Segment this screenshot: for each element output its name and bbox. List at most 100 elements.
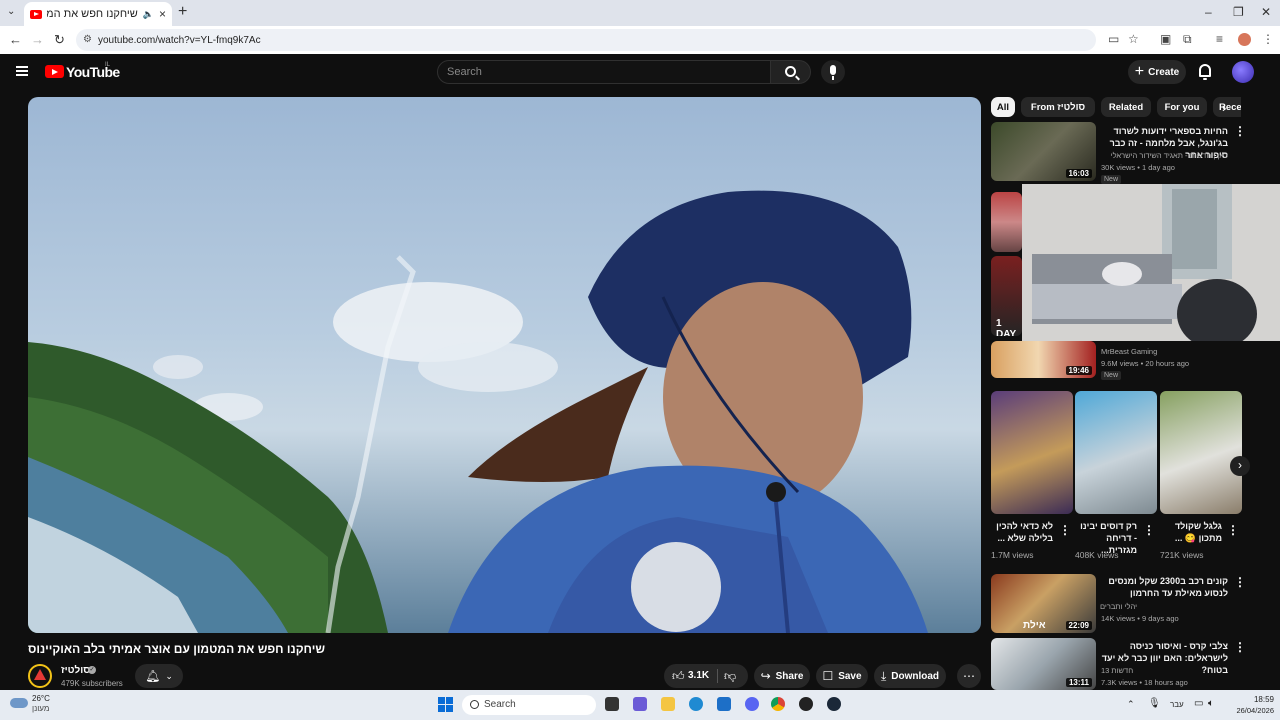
browser-menu-icon[interactable]: ⋮: [1262, 32, 1274, 46]
youtube-header: YouTube IL Search + Create: [0, 54, 1280, 90]
youtube-favicon-icon: [30, 9, 42, 19]
store-icon[interactable]: [717, 697, 731, 711]
close-window-icon[interactable]: ✕: [1261, 5, 1271, 19]
weather-temp[interactable]: 26°C: [32, 694, 50, 703]
shorts-next-icon[interactable]: ›: [1230, 456, 1250, 476]
search-button[interactable]: [771, 60, 811, 84]
video-player[interactable]: [28, 97, 981, 633]
rec-duration-2: 19:46: [1065, 366, 1092, 375]
share-label: Share: [775, 670, 804, 682]
bookmark-star-icon[interactable]: ☆: [1128, 32, 1139, 46]
save-playlist-icon: ☐: [822, 669, 834, 683]
input-language[interactable]: עבר: [1170, 700, 1184, 709]
chevron-right-icon[interactable]: ›: [1222, 100, 1226, 115]
subscription-bell-button[interactable]: 🔔︎ ⌄: [135, 664, 183, 688]
account-avatar[interactable]: [1232, 61, 1254, 83]
short-title-1[interactable]: לא כדאי להכין בלילה שלא ...: [991, 520, 1053, 544]
clock-time[interactable]: 18:59: [1234, 695, 1274, 704]
share-button[interactable]: ↪ Share: [754, 664, 810, 688]
rec-more-icon-3[interactable]: ⋮: [1234, 575, 1246, 589]
rec-channel-1[interactable]: כאן | חדשות - תאגיד השידור הישראלי: [1100, 151, 1228, 160]
microphone-tray-icon[interactable]: 🎙︎: [1148, 698, 1161, 709]
minimize-icon[interactable]: –: [1205, 5, 1212, 19]
windows-start-icon[interactable]: [438, 697, 453, 712]
youtube-logo-text[interactable]: YouTube: [66, 64, 120, 80]
short-thumbnail-1[interactable]: [991, 391, 1073, 514]
forward-icon[interactable]: →: [31, 32, 44, 47]
rec-thumbnail-4[interactable]: 13:11: [991, 638, 1096, 690]
save-button[interactable]: ☐ Save: [816, 664, 868, 688]
chip-recently[interactable]: Recently: [1213, 97, 1241, 117]
more-actions-button[interactable]: ⋯: [957, 664, 981, 688]
browser-tab-active[interactable]: שיחקנו חפש את המטמון ע 🔈 ×: [24, 2, 172, 26]
discord-icon[interactable]: [745, 697, 759, 711]
clock-date[interactable]: 26/04/2026: [1224, 706, 1274, 715]
file-explorer-icon[interactable]: [661, 697, 675, 711]
tray-chevron-icon[interactable]: ⌃: [1127, 699, 1135, 710]
menu-icon[interactable]: [16, 66, 28, 76]
volume-icon[interactable]: 🔈︎: [1208, 698, 1214, 709]
chip-related[interactable]: Related: [1101, 97, 1151, 117]
short-thumbnail-3[interactable]: [1160, 391, 1242, 514]
short-title-3[interactable]: גלגל שקולד מתכון 😋 ...: [1160, 520, 1222, 544]
audio-icon[interactable]: 🔈: [143, 9, 154, 20]
voice-search-button[interactable]: [821, 60, 845, 84]
profile-avatar[interactable]: [1238, 33, 1251, 46]
rec-thumbnail-3[interactable]: אילת 22:09: [991, 574, 1096, 633]
site-info-icon[interactable]: ⚙: [83, 34, 92, 45]
edge-icon[interactable]: [689, 697, 703, 711]
back-icon[interactable]: ←: [9, 32, 22, 47]
short-more-icon-1[interactable]: ⋮: [1059, 523, 1071, 537]
new-badge-1: New: [1101, 175, 1122, 184]
new-tab-icon[interactable]: +: [178, 3, 187, 21]
like-count[interactable]: 3.1K: [688, 670, 709, 681]
download-button[interactable]: ⤓ Download: [874, 664, 946, 688]
like-icon[interactable]: 👍︎: [672, 669, 685, 684]
obs-icon[interactable]: [799, 697, 813, 711]
channel-avatar[interactable]: [28, 664, 52, 688]
notifications-bell-icon[interactable]: [1199, 64, 1211, 80]
chip-for-you[interactable]: For you: [1157, 97, 1207, 117]
youtube-logo-icon[interactable]: [45, 65, 64, 78]
taskbar-search[interactable]: Search: [462, 695, 596, 715]
rec-thumbnail-1[interactable]: 16:03: [991, 122, 1096, 181]
search-input[interactable]: Search: [437, 60, 771, 84]
steam-icon[interactable]: [827, 697, 841, 711]
teams-icon[interactable]: [633, 697, 647, 711]
tab-list-icon[interactable]: ⌄: [7, 6, 15, 17]
restore-icon[interactable]: ❐: [1233, 5, 1244, 19]
chip-from-channel[interactable]: From סולטיז: [1021, 97, 1095, 117]
short-thumbnail-2[interactable]: [1075, 391, 1157, 514]
rec-channel-4[interactable]: חדשות 13: [1101, 666, 1133, 675]
rec-more-icon-1[interactable]: ⋮: [1234, 124, 1246, 138]
rec-more-icon-4[interactable]: ⋮: [1234, 640, 1246, 654]
rec-title-3[interactable]: קונים רכב ב2300 שקל ומנסים לנסוע מאילת ע…: [1100, 575, 1228, 599]
create-button[interactable]: + Create: [1128, 60, 1186, 84]
close-tab-icon[interactable]: ×: [159, 7, 166, 21]
channel-name[interactable]: סולטיז: [61, 665, 90, 676]
short-more-icon-3[interactable]: ⋮: [1227, 523, 1239, 537]
rec-thumbnail-hidden-a[interactable]: [991, 192, 1022, 252]
extensions-puzzle-icon[interactable]: ⧉: [1183, 32, 1192, 47]
cast-icon[interactable]: ▭: [1108, 32, 1119, 46]
rec-channel-2[interactable]: MrBeast Gaming: [1101, 347, 1157, 356]
url-text: youtube.com/watch?v=YL-fmq9k7Ac: [98, 34, 261, 46]
rec-thumbnail-hidden-b[interactable]: 1 DAY: [991, 256, 1022, 336]
dislike-icon[interactable]: 👎︎: [724, 669, 736, 684]
weather-condition[interactable]: מעונן: [32, 704, 49, 713]
rec-thumbnail-2[interactable]: 19:46: [991, 341, 1096, 378]
rec-channel-3[interactable]: יהלי ותברים: [1100, 602, 1228, 611]
rec-meta-1: 30K views • 1 day ago: [1101, 163, 1175, 172]
chrome-icon[interactable]: [771, 697, 785, 711]
reload-icon[interactable]: ↻: [54, 32, 65, 48]
chip-all[interactable]: All: [991, 97, 1015, 117]
webcam-overlay: [1022, 184, 1280, 341]
weather-cloud-icon[interactable]: [10, 698, 28, 708]
network-icon[interactable]: ▭: [1194, 698, 1203, 709]
extension-icon[interactable]: ▣: [1160, 32, 1171, 46]
reading-list-icon[interactable]: ≡: [1216, 32, 1223, 46]
rec-duration-4: 13:11: [1065, 678, 1092, 687]
url-field[interactable]: ⚙ youtube.com/watch?v=YL-fmq9k7Ac: [76, 29, 1096, 51]
short-more-icon-2[interactable]: ⋮: [1143, 523, 1155, 537]
task-view-icon[interactable]: [605, 697, 619, 711]
